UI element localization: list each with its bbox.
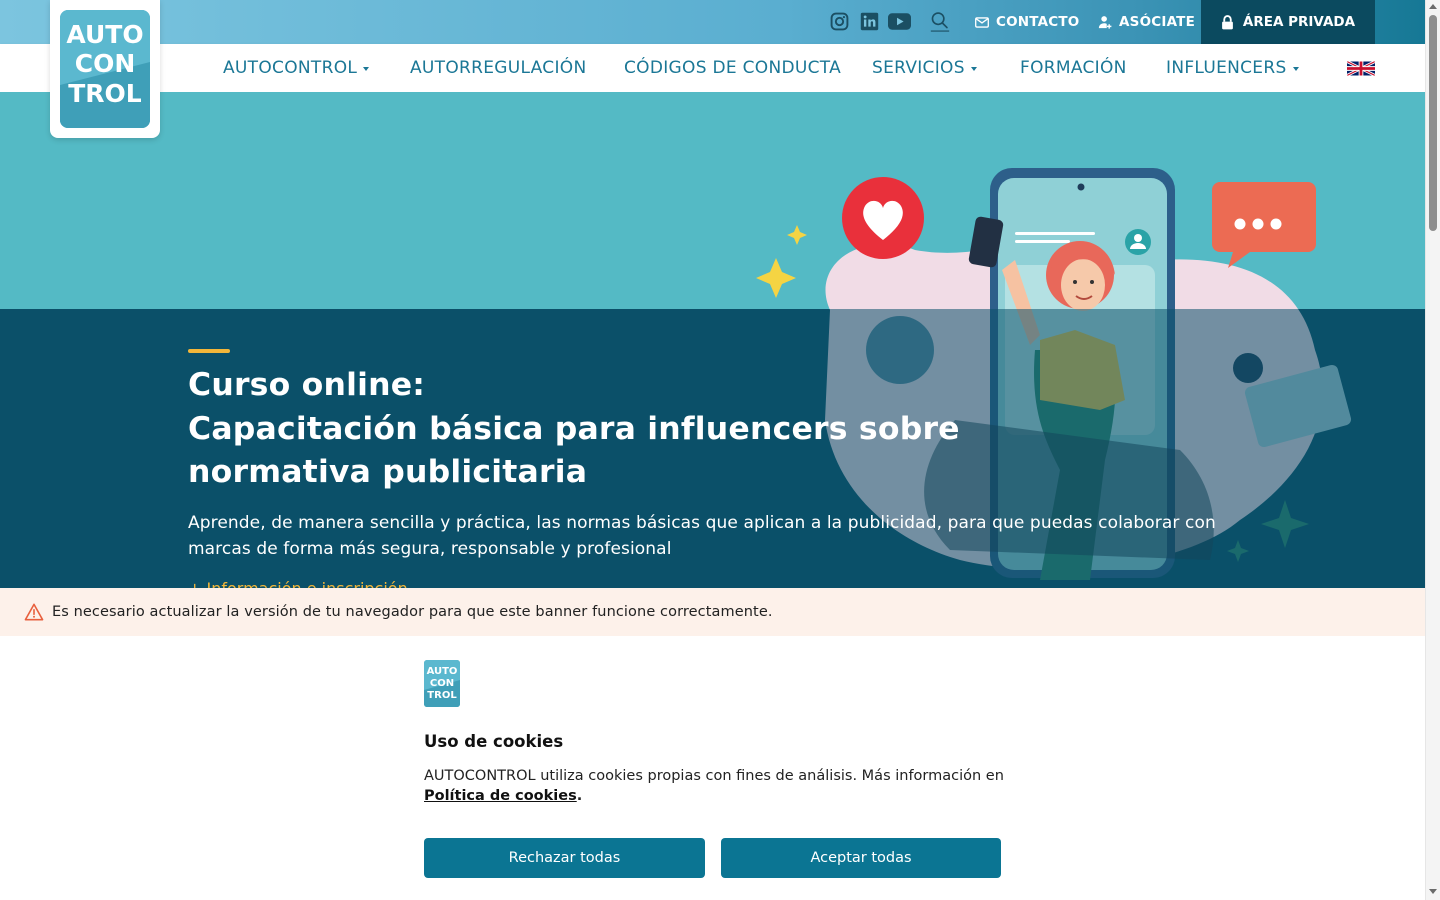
logo-badge: AUTO CON TROL xyxy=(60,10,150,128)
logo-line3: TROL xyxy=(68,79,142,108)
page-scrollbar[interactable] xyxy=(1425,0,1440,900)
cookie-autocontrol-logo: AUTO CON TROL xyxy=(424,660,460,707)
nav-item-label: INFLUENCERS xyxy=(1166,58,1287,78)
hero-info-link[interactable]: + Información e inscripción xyxy=(188,578,408,588)
browser-warning-banner: Es necesario actualizar la versión de tu… xyxy=(0,588,1425,636)
warning-text: Es necesario actualizar la versión de tu… xyxy=(52,604,773,620)
scroll-up-icon[interactable] xyxy=(1429,4,1437,9)
cookie-text-body: AUTOCONTROL utiliza cookies propias con … xyxy=(424,768,1004,784)
nav-item-label: SERVICIOS xyxy=(872,58,965,78)
private-area-label: ÁREA PRIVADA xyxy=(1242,14,1356,30)
autocontrol-logo[interactable]: AUTO CON TROL xyxy=(50,0,160,138)
cookie-logo-line3: TROL xyxy=(427,690,457,701)
caret-down-icon xyxy=(1292,67,1299,71)
nav-item-influencers[interactable]: INFLUENCERS xyxy=(1166,44,1299,92)
scrollbar-thumb[interactable] xyxy=(1429,15,1437,231)
nav-item-codigos-de-conducta[interactable]: CÓDIGOS DE CONDUCTA xyxy=(624,44,841,92)
main-nav: AUTOCONTROL AUTORREGULACIÓN CÓDIGOS DE C… xyxy=(0,44,1425,92)
nav-item-autorregulacion[interactable]: AUTORREGULACIÓN xyxy=(410,44,587,92)
associate-label: ASÓCIATE xyxy=(1119,14,1196,30)
reject-all-button[interactable]: Rechazar todas xyxy=(424,838,705,878)
youtube-icon[interactable] xyxy=(887,10,911,32)
nav-item-servicios[interactable]: SERVICIOS xyxy=(872,44,977,92)
hero-title-line1: Curso online: xyxy=(188,367,426,403)
warning-icon xyxy=(24,603,44,621)
contact-link[interactable]: CONTACTO xyxy=(975,12,1079,32)
cookie-logo-line2: CON xyxy=(430,678,454,689)
nav-item-label: CÓDIGOS DE CONDUCTA xyxy=(624,58,842,78)
uk-flag-icon[interactable] xyxy=(1347,44,1375,92)
associate-link[interactable]: ASÓCIATE xyxy=(1098,12,1195,32)
nav-item-label: AUTORREGULACIÓN xyxy=(410,58,587,78)
accent-line xyxy=(188,349,230,353)
page: CONTACTO ASÓCIATE ÁREA PRIVADA AUTOCONTR… xyxy=(0,0,1440,900)
nav-item-autocontrol[interactable]: AUTOCONTROL xyxy=(223,44,370,92)
instagram-icon[interactable] xyxy=(828,10,850,32)
user-plus-icon xyxy=(1098,16,1112,29)
logo-line2: CON xyxy=(75,49,136,78)
caret-down-icon xyxy=(363,67,370,71)
linkedin-icon[interactable] xyxy=(858,10,880,32)
nav-item-label: AUTOCONTROL xyxy=(223,58,358,78)
cookie-policy-link[interactable]: Política de cookies xyxy=(424,788,577,804)
hero-title-line2: Capacitación básica para influencers sob… xyxy=(188,410,960,491)
envelope-icon xyxy=(975,16,989,28)
lock-icon xyxy=(1222,14,1233,29)
cookie-text-end: . xyxy=(576,788,583,804)
nav-item-label: FORMACIÓN xyxy=(1020,58,1127,78)
accept-all-button[interactable]: Aceptar todas xyxy=(721,838,1001,878)
hero-subtitle: Aprende, de manera sencilla y práctica, … xyxy=(188,513,1216,559)
cookie-text: AUTOCONTROL utiliza cookies propias con … xyxy=(424,766,1004,806)
scroll-down-icon[interactable] xyxy=(1429,889,1437,894)
hero-title: Curso online: Capacitación básica para i… xyxy=(188,364,1148,495)
logo-line1: AUTO xyxy=(66,20,143,49)
cookie-title: Uso de cookies xyxy=(424,732,564,751)
cookie-logo-line1: AUTO xyxy=(427,666,458,677)
private-area-button[interactable]: ÁREA PRIVADA xyxy=(1201,0,1375,44)
top-bar: CONTACTO ASÓCIATE ÁREA PRIVADA xyxy=(0,0,1425,44)
caret-down-icon xyxy=(970,67,977,71)
nav-item-formacion[interactable]: FORMACIÓN xyxy=(1020,44,1127,92)
contact-label: CONTACTO xyxy=(996,14,1080,30)
search-icon[interactable] xyxy=(929,10,951,32)
